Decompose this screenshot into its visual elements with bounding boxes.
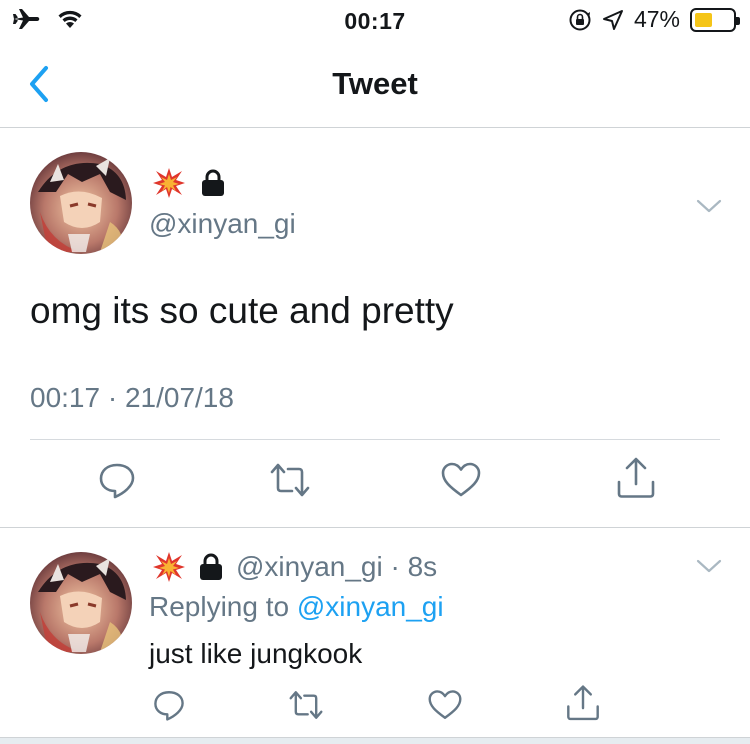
replying-to: Replying to @xinyan_gi [149,591,444,623]
share-icon[interactable] [614,456,658,500]
chevron-down-icon[interactable] [694,196,724,216]
author-name-row [152,166,226,200]
reply-tweet: @xinyan_gi · 8s Replying to @xinyan_gi j… [0,528,750,744]
tweet-actions [0,457,750,504]
like-icon[interactable] [440,460,482,500]
like-icon[interactable] [427,688,463,722]
rotation-lock-icon [569,9,591,30]
reply-handle-time[interactable]: @xinyan_gi · 8s [236,551,437,583]
reply-icon[interactable] [97,460,137,500]
author-handle[interactable]: @xinyan_gi [149,208,296,240]
tweet-timestamp: 00:17 · 21/07/18 [30,382,234,413]
main-tweet: @xinyan_gi omg its so cute and pretty 00… [0,128,750,528]
replying-prefix: Replying to [149,591,297,622]
battery-icon [690,7,740,32]
retweet-icon[interactable] [287,688,325,722]
reply-text: just like jungkook [149,638,363,669]
lock-icon [200,553,222,580]
battery-level [695,12,712,27]
avatar[interactable] [30,152,132,254]
share-icon[interactable] [564,684,602,722]
battery-percentage: 47% [633,6,680,32]
chevron-down-icon[interactable] [694,556,724,576]
bottom-separator [0,737,750,744]
nav-bar: Tweet [0,40,750,128]
divider [30,439,720,440]
lock-icon [202,169,224,196]
page-title: Tweet [332,66,418,101]
replying-to-mention[interactable]: @xinyan_gi [297,591,444,622]
avatar[interactable] [30,552,132,654]
location-arrow-icon [602,9,623,30]
collision-icon [153,168,185,198]
battery-nub [736,16,740,25]
collision-icon [153,552,185,582]
status-bar-right: 47% [568,6,740,33]
tweet-text: omg its so cute and pretty [30,290,454,331]
status-bar: 00:17 47% [0,0,750,40]
reply-actions [0,685,750,724]
reply-icon[interactable] [152,688,186,722]
reply-author-row: @xinyan_gi · 8s [152,550,437,584]
retweet-icon[interactable] [268,460,312,500]
